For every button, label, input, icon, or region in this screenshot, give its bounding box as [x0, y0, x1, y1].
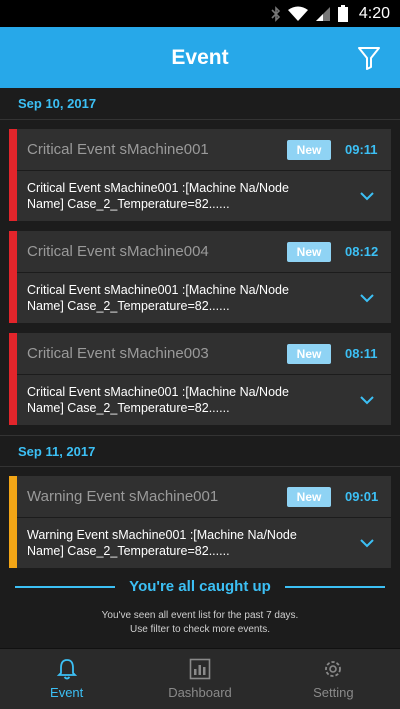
gear-icon: [325, 661, 342, 677]
nav-label: Dashboard: [168, 685, 232, 700]
event-card-header: Critical Event sMachine001 New 09:11: [17, 129, 391, 171]
new-badge: New: [287, 343, 331, 364]
event-title: Critical Event sMachine003: [27, 345, 209, 362]
event-message: Critical Event sMachine001 :[Machine Na/…: [27, 283, 289, 313]
expand-button[interactable]: [357, 288, 377, 308]
caught-up-line-2: Use filter to check more events.: [129, 624, 271, 635]
event-card-header: Critical Event sMachine003 New 08:11: [17, 333, 391, 375]
bell-icon: [56, 659, 77, 680]
expand-button[interactable]: [357, 186, 377, 206]
event-time: 09:11: [345, 142, 378, 157]
nav-label: Setting: [313, 685, 354, 700]
app-header: Event: [0, 27, 400, 88]
event-message: Critical Event sMachine001 :[Machine Na/…: [27, 385, 289, 415]
nav-label: Event: [50, 685, 84, 700]
nav-item-event[interactable]: Event: [0, 649, 133, 709]
filter-icon: [358, 47, 380, 70]
event-card[interactable]: Critical Event sMachine001 New 09:11 Cri…: [9, 129, 391, 221]
status-bar: 4:20: [0, 0, 400, 27]
status-time: 4:20: [358, 4, 390, 22]
event-card-body: Critical Event sMachine001 :[Machine Na/…: [17, 171, 391, 221]
chevron-down-icon: [360, 539, 374, 548]
caught-up-description: You've seen all event list for the past …: [0, 609, 400, 637]
event-card-header: Warning Event sMachine001 New 09:01: [17, 476, 391, 518]
chevron-down-icon: [360, 294, 374, 303]
event-message: Critical Event sMachine001 :[Machine Na/…: [27, 181, 289, 211]
chevron-down-icon: [360, 396, 374, 405]
caught-up-line-1: You've seen all event list for the past …: [101, 610, 299, 621]
new-badge: New: [287, 241, 331, 262]
event-card[interactable]: Critical Event sMachine003 New 08:11 Cri…: [9, 333, 391, 425]
event-message: Warning Event sMachine001 :[Machine Na/N…: [27, 528, 297, 558]
event-card-body: Critical Event sMachine001 :[Machine Na/…: [17, 375, 391, 425]
wifi-icon: [287, 6, 308, 22]
event-card-body: Warning Event sMachine001 :[Machine Na/N…: [17, 518, 391, 568]
expand-button[interactable]: [357, 533, 377, 553]
date-header: Sep 11, 2017: [0, 435, 400, 467]
event-list: Sep 10, 2017 Critical Event sMachine001 …: [0, 88, 400, 648]
event-card[interactable]: Warning Event sMachine001 New 09:01 Warn…: [9, 476, 391, 568]
bottom-nav: Event Dashboard Setting: [0, 648, 400, 709]
nav-item-dashboard[interactable]: Dashboard: [133, 649, 266, 709]
dashboard-icon: [189, 658, 211, 680]
event-time: 09:01: [345, 489, 379, 504]
new-badge: New: [287, 486, 331, 507]
event-title: Critical Event sMachine001: [27, 141, 209, 158]
caught-up-title: You're all caught up: [129, 578, 271, 595]
filter-button[interactable]: [356, 45, 382, 71]
expand-button[interactable]: [357, 390, 377, 410]
divider: [15, 585, 116, 588]
divider: [284, 585, 385, 588]
event-title: Warning Event sMachine001: [27, 488, 219, 505]
event-time: 08:11: [345, 346, 378, 361]
date-header: Sep 10, 2017: [0, 88, 400, 120]
event-time: 08:12: [345, 244, 379, 259]
caught-up-banner: You're all caught up: [0, 578, 400, 595]
battery-icon: [337, 5, 348, 22]
signal-icon: [315, 6, 331, 22]
event-card-body: Critical Event sMachine001 :[Machine Na/…: [17, 273, 391, 323]
new-badge: New: [287, 139, 331, 160]
chevron-down-icon: [360, 192, 374, 201]
page-title: Event: [171, 45, 229, 69]
event-card-header: Critical Event sMachine004 New 08:12: [17, 231, 391, 273]
nav-item-setting[interactable]: Setting: [267, 649, 400, 709]
event-card[interactable]: Critical Event sMachine004 New 08:12 Cri…: [9, 231, 391, 323]
bluetooth-icon: [271, 5, 281, 22]
event-title: Critical Event sMachine004: [27, 243, 209, 260]
